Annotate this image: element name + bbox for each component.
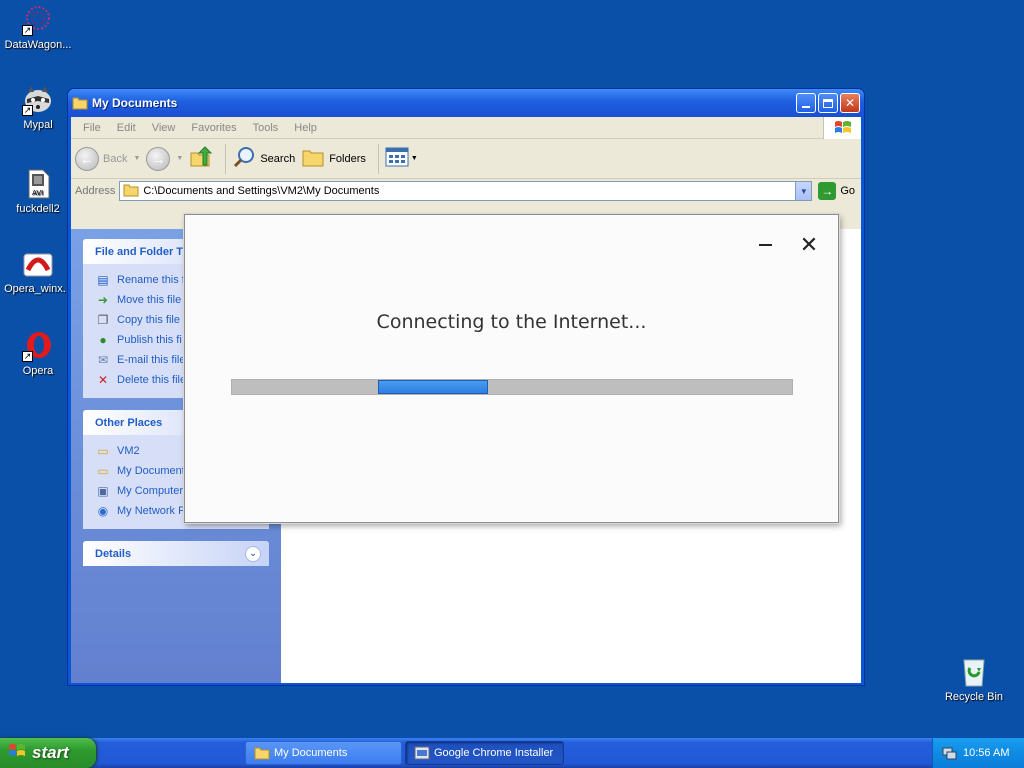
address-dropdown-button[interactable]: ▼ bbox=[795, 182, 812, 200]
address-label: Address bbox=[75, 185, 116, 197]
maximize-icon bbox=[823, 98, 833, 108]
progress-indicator bbox=[378, 380, 488, 394]
menu-bar: File Edit View Favorites Tools Help bbox=[71, 116, 861, 139]
rename-icon: ▤ bbox=[97, 273, 109, 287]
folders-button[interactable]: Folders bbox=[301, 145, 366, 172]
desktop-icon-label: DataWagon... bbox=[4, 39, 72, 51]
folder-icon: ▭ bbox=[97, 444, 109, 458]
toolbar: ← Back ▼ → ▼ Search Folders ▼ bbox=[71, 139, 861, 179]
details-header[interactable]: Details ⌄ bbox=[83, 541, 269, 566]
expand-chevron-icon[interactable]: ⌄ bbox=[245, 545, 261, 562]
windows-flag-icon bbox=[8, 743, 26, 764]
up-folder-icon bbox=[189, 145, 213, 172]
desktop-icon-recycle-bin[interactable]: Recycle Bin bbox=[934, 656, 1014, 703]
toolbar-separator bbox=[225, 143, 227, 174]
desktop-icon-datawagon[interactable]: ↗ DataWagon... bbox=[0, 4, 78, 51]
menu-view[interactable]: View bbox=[144, 122, 184, 134]
window-title: My Documents bbox=[92, 96, 178, 110]
menu-tools[interactable]: Tools bbox=[245, 122, 287, 134]
forward-arrow-icon: → bbox=[146, 146, 171, 171]
views-icon bbox=[385, 146, 409, 171]
minimize-button[interactable] bbox=[796, 93, 816, 113]
menu-edit[interactable]: Edit bbox=[109, 122, 144, 134]
my-computer-icon: ▣ bbox=[97, 484, 109, 498]
views-button[interactable]: ▼ bbox=[385, 146, 418, 171]
back-arrow-icon: ← bbox=[75, 146, 99, 171]
close-button[interactable]: ✕ bbox=[840, 93, 860, 113]
taskbar-button-my-documents[interactable]: My Documents bbox=[245, 741, 402, 765]
forward-button[interactable]: → ▼ bbox=[146, 146, 184, 171]
opera-icon: ↗ bbox=[22, 330, 54, 362]
dropdown-arrow-icon: ▼ bbox=[133, 155, 141, 162]
installer-close-button[interactable]: ✕ bbox=[797, 232, 821, 257]
network-tray-icon[interactable] bbox=[941, 745, 957, 761]
details-panel: Details ⌄ bbox=[83, 541, 269, 566]
installer-status-message: Connecting to the Internet... bbox=[376, 311, 647, 333]
network-icon: ◉ bbox=[97, 504, 109, 518]
search-icon bbox=[232, 145, 256, 172]
address-bar: Address C:\Documents and Settings\VM2\My… bbox=[71, 179, 861, 203]
menu-help[interactable]: Help bbox=[286, 122, 325, 134]
dropdown-arrow-icon: ▼ bbox=[176, 155, 184, 162]
up-folder-button[interactable] bbox=[189, 145, 213, 172]
mypal-raccoon-icon: ↗ bbox=[22, 84, 54, 116]
folder-icon bbox=[254, 746, 270, 760]
minimize-icon bbox=[802, 106, 810, 108]
start-button[interactable]: start bbox=[0, 738, 96, 768]
datawagon-icon: ↗ bbox=[22, 4, 54, 36]
installer-minimize-button[interactable] bbox=[753, 233, 777, 257]
clock[interactable]: 10:56 AM bbox=[963, 747, 1009, 759]
go-button[interactable]: → Go bbox=[818, 182, 855, 200]
close-icon: ✕ bbox=[799, 232, 819, 257]
taskbar: start My Documents Google Chrome Install… bbox=[0, 738, 1024, 768]
avi-file-icon: AVI bbox=[22, 168, 54, 200]
back-button[interactable]: ← Back ▼ bbox=[75, 146, 141, 171]
windows-flag-icon bbox=[823, 116, 861, 139]
folders-icon bbox=[301, 145, 325, 172]
close-icon: ✕ bbox=[844, 96, 856, 110]
svg-text:AVI: AVI bbox=[32, 189, 43, 197]
menu-favorites[interactable]: Favorites bbox=[183, 122, 244, 134]
chrome-installer-dialog: ✕ Connecting to the Internet... bbox=[184, 214, 839, 523]
installer-progress-bar bbox=[231, 379, 793, 395]
my-documents-icon: ▭ bbox=[97, 464, 109, 478]
go-arrow-icon: → bbox=[818, 182, 837, 200]
dropdown-arrow-icon: ▼ bbox=[410, 155, 418, 162]
minimize-icon bbox=[758, 244, 772, 246]
recycle-bin-icon bbox=[958, 656, 990, 688]
maximize-button[interactable] bbox=[818, 93, 838, 113]
taskbar-button-chrome-installer[interactable]: Google Chrome Installer bbox=[405, 741, 564, 765]
toolbar-separator bbox=[377, 143, 379, 174]
system-tray: 10:56 AM bbox=[932, 738, 1024, 768]
delete-icon: ✕ bbox=[97, 373, 109, 387]
address-input[interactable]: C:\Documents and Settings\VM2\My Documen… bbox=[119, 181, 813, 201]
desktop-icon-label: Recycle Bin bbox=[944, 691, 1004, 703]
address-value: C:\Documents and Settings\VM2\My Documen… bbox=[143, 185, 380, 197]
explorer-titlebar[interactable]: My Documents ✕ bbox=[68, 89, 864, 117]
copy-icon: ❐ bbox=[97, 313, 109, 327]
opera-installer-icon bbox=[22, 248, 54, 280]
menu-file[interactable]: File bbox=[75, 122, 109, 134]
globe-icon: ● bbox=[99, 333, 107, 347]
installer-icon bbox=[414, 746, 430, 760]
folder-icon bbox=[123, 183, 139, 200]
folder-icon bbox=[72, 96, 88, 110]
move-icon: ➜ bbox=[97, 293, 109, 307]
email-icon: ✉ bbox=[97, 353, 109, 367]
search-button[interactable]: Search bbox=[232, 145, 295, 172]
